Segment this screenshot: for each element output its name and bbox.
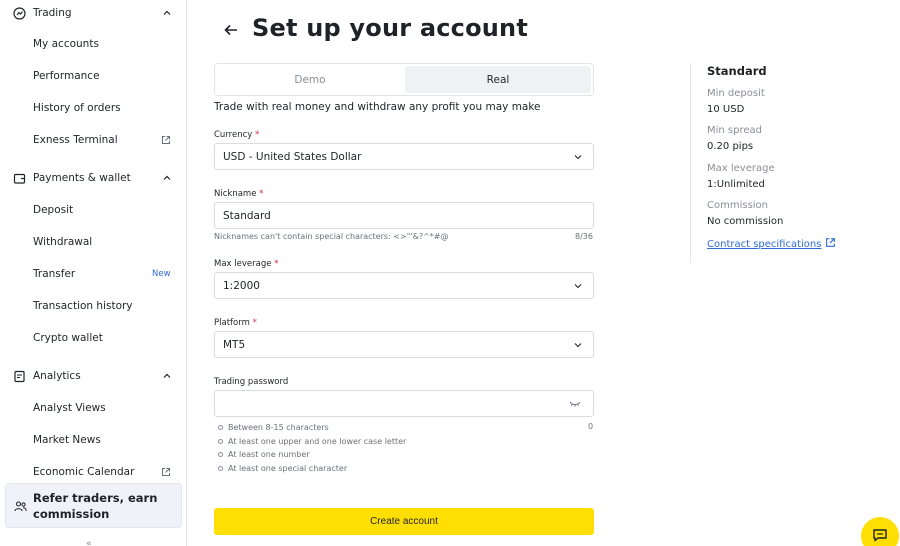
- sidebar-item-deposit[interactable]: Deposit: [0, 197, 186, 223]
- sidebar-item-label: Economic Calendar: [33, 466, 135, 478]
- platform-label: Platform *: [214, 318, 257, 328]
- sidebar-item-label: Performance: [33, 70, 100, 82]
- sidebar-item-label: Analyst Views: [33, 402, 106, 414]
- nickname-input[interactable]: [215, 203, 593, 228]
- leverage-label: Max leverage *: [214, 259, 279, 269]
- account-summary-panel: Standard Min deposit 10 USD Min spread 0…: [690, 63, 880, 263]
- sidebar: Trading My accounts Performance History …: [0, 0, 187, 546]
- summary-value: 10 USD: [707, 104, 745, 115]
- summary-key: Max leverage: [707, 163, 775, 174]
- leverage-select[interactable]: 1:2000: [214, 272, 594, 299]
- collapse-sidebar-icon[interactable]: «: [86, 539, 92, 546]
- chevron-up-icon[interactable]: [160, 6, 174, 20]
- summary-value: 0.20 pips: [707, 141, 754, 152]
- page-title: Set up your account: [252, 14, 529, 42]
- eye-closed-icon[interactable]: [569, 398, 581, 410]
- sidebar-item-label: Withdrawal: [33, 236, 93, 248]
- sidebar-item-label: History of orders: [33, 102, 121, 114]
- external-link-icon: [160, 466, 172, 478]
- currency-label: Currency *: [214, 130, 260, 140]
- nickname-counter: 8/36: [575, 232, 593, 241]
- new-badge: New: [152, 269, 171, 279]
- contract-specifications-label: Contract specifications: [707, 238, 822, 250]
- nickname-input-wrapper: [214, 202, 594, 229]
- create-account-button[interactable]: Create account: [214, 508, 594, 535]
- sidebar-item-performance[interactable]: Performance: [0, 63, 186, 89]
- back-arrow-icon[interactable]: [222, 21, 240, 39]
- platform-select[interactable]: MT5: [214, 331, 594, 358]
- account-type-tabs: Demo Real: [214, 63, 594, 96]
- sidebar-item-label: Market News: [33, 434, 101, 446]
- summary-key: Min spread: [707, 125, 762, 136]
- analytics-icon: [12, 369, 26, 383]
- summary-value: No commission: [707, 216, 784, 227]
- chat-icon: [872, 527, 888, 546]
- sidebar-item-exness-terminal[interactable]: Exness Terminal: [0, 127, 186, 153]
- users-icon: [13, 499, 27, 513]
- platform-value: MT5: [223, 338, 246, 351]
- sidebar-item-crypto-wallet[interactable]: Crypto wallet: [0, 325, 186, 351]
- sidebar-item-transfer[interactable]: Transfer New: [0, 261, 186, 287]
- sidebar-section-payments[interactable]: Payments & wallet: [0, 165, 186, 191]
- sidebar-item-my-accounts[interactable]: My accounts: [0, 31, 186, 57]
- nickname-label: Nickname *: [214, 189, 264, 199]
- password-rule: Between 8-15 characters: [218, 421, 406, 435]
- summary-value: 1:Unlimited: [707, 179, 765, 190]
- chevron-down-icon: [572, 339, 584, 351]
- chat-support-button[interactable]: [861, 517, 899, 546]
- sidebar-item-transaction-history[interactable]: Transaction history: [0, 293, 186, 319]
- currency-value: USD - United States Dollar: [223, 150, 362, 163]
- currency-select[interactable]: USD - United States Dollar: [214, 143, 594, 170]
- nickname-hint: Nicknames can't contain special characte…: [214, 232, 449, 241]
- refer-traders-item[interactable]: Refer traders, earn commission: [5, 483, 182, 528]
- summary-key: Commission: [707, 200, 769, 211]
- external-link-icon: [825, 237, 836, 251]
- sidebar-section-label: Trading: [33, 7, 72, 19]
- sidebar-item-market-news[interactable]: Market News: [0, 427, 186, 453]
- sidebar-item-history-of-orders[interactable]: History of orders: [0, 95, 186, 121]
- sidebar-item-label: Crypto wallet: [33, 332, 103, 344]
- summary-key: Min deposit: [707, 88, 765, 99]
- password-rule: At least one special character: [218, 462, 406, 476]
- chevron-up-icon[interactable]: [160, 171, 174, 185]
- refer-traders-label: Refer traders, earn commission: [33, 491, 158, 521]
- sidebar-item-label: Exness Terminal: [33, 134, 118, 146]
- sidebar-item-label: Deposit: [33, 204, 74, 216]
- sidebar-item-analyst-views[interactable]: Analyst Views: [0, 395, 186, 421]
- password-rules: Between 8-15 characters At least one upp…: [218, 421, 406, 475]
- sidebar-item-withdrawal[interactable]: Withdrawal: [0, 229, 186, 255]
- tab-demo[interactable]: Demo: [217, 66, 403, 93]
- chevron-up-icon[interactable]: [160, 369, 174, 383]
- password-rule: At least one number: [218, 448, 406, 462]
- chevron-down-icon: [572, 151, 584, 163]
- sidebar-section-analytics[interactable]: Analytics: [0, 363, 186, 389]
- password-input[interactable]: [215, 391, 593, 416]
- password-label: Trading password: [214, 377, 289, 387]
- sidebar-section-label: Analytics: [33, 370, 81, 382]
- summary-title: Standard: [707, 64, 767, 78]
- sidebar-section-label: Payments & wallet: [33, 172, 131, 184]
- chevron-down-icon: [572, 280, 584, 292]
- sidebar-item-label: My accounts: [33, 38, 99, 50]
- sidebar-item-label: Transaction history: [33, 300, 133, 312]
- tab-real[interactable]: Real: [405, 66, 591, 93]
- password-rule: At least one upper and one lower case le…: [218, 435, 406, 449]
- sidebar-item-label: Transfer: [33, 268, 76, 280]
- password-counter: 0: [588, 422, 594, 431]
- password-input-wrapper: [214, 390, 594, 417]
- external-link-icon: [160, 134, 172, 146]
- leverage-value: 1:2000: [223, 279, 260, 292]
- sidebar-section-trading[interactable]: Trading: [0, 0, 186, 26]
- contract-specifications-link[interactable]: Contract specifications: [707, 237, 836, 251]
- sidebar-item-economic-calendar[interactable]: Economic Calendar: [0, 459, 186, 485]
- trading-icon: [12, 6, 26, 20]
- tab-description: Trade with real money and withdraw any p…: [214, 101, 541, 113]
- wallet-icon: [12, 171, 26, 185]
